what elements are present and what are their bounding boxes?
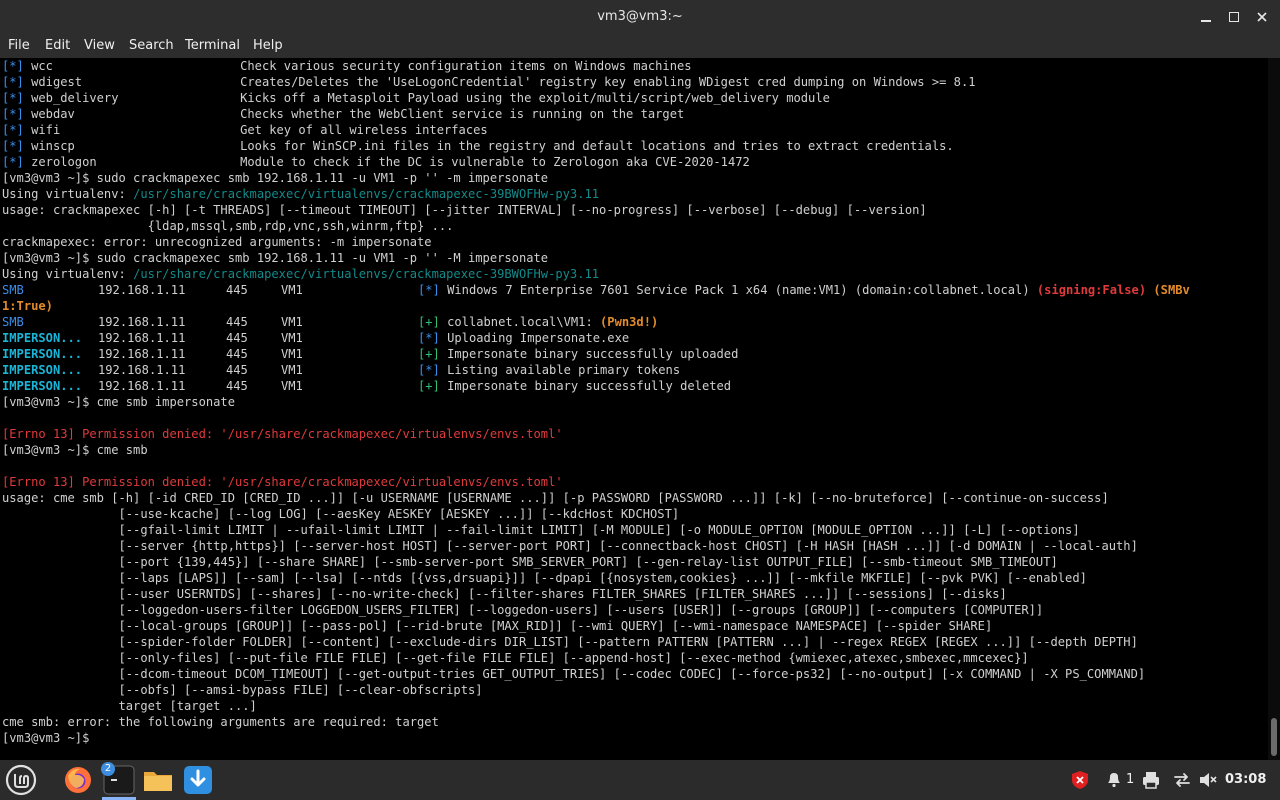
prompt-line[interactable]: [vm3@vm3 ~]$ [2,730,97,746]
error-line: [Errno 13] Permission denied: '/usr/shar… [2,475,563,489]
menu-view[interactable]: View [84,38,115,54]
usage-line: [--only-files] [--put-file FILE FILE] [-… [2,651,1029,665]
printer-tray-button[interactable] [1141,770,1161,790]
update-manager-button[interactable] [182,764,214,796]
usage-line: [--port {139,445}] [--share SHARE] [--sm… [2,555,1058,569]
venv-line: Using virtualenv: /usr/share/crackmapexe… [2,267,600,281]
module-line: [*] zerologon Module to check if the DC i… [2,155,750,169]
mint-menu-icon [5,764,37,796]
impersonate-output-row: IMPERSON... 192.168.1.11 445 VM1 [+] Imperso… [2,379,732,393]
smb-output-wrap: 1:True) [2,299,53,313]
printer-icon [1143,772,1159,789]
firefox-icon [65,767,91,793]
command-line: [vm3@vm3 ~]$ sudo crackmapexec smb 192.1… [2,251,549,265]
volume-muted-icon [1200,773,1217,787]
firefox-button[interactable] [62,764,94,796]
notifications-tray-button[interactable] [1104,770,1124,790]
title-bar: vm3@vm3:~ [0,0,1280,34]
menu-bar: File Edit View Search Terminal Help [0,34,1280,58]
module-line: [*] wdigest Creates/Deletes the 'UseLogon… [2,75,976,89]
usage-line: [--server {http,https}] [--server-host H… [2,539,1138,553]
notification-icon [1108,773,1120,788]
taskbar: 2 1 03:08 [0,760,1280,800]
terminal-scrollbar[interactable] [1268,58,1280,760]
command-line: [vm3@vm3 ~]$ cme smb [2,443,148,457]
usage-line: [--spider-folder FOLDER] [--content] [--… [2,635,1138,649]
scrollbar-thumb[interactable] [1271,718,1277,756]
window-title: vm3@vm3:~ [597,9,683,24]
error-line: [Errno 13] Permission denied: '/usr/shar… [2,427,563,441]
usage-line: [--gfail-limit LIMIT | --ufail-limit LIM… [2,523,1080,537]
usage-line: [--obfs] [--amsi-bypass FILE] [--clear-o… [2,683,483,697]
module-line: [*] webdav Checks whether the WebClient s… [2,107,685,121]
files-icon [144,772,172,791]
minimize-icon [1201,20,1211,22]
impersonate-output-row: IMPERSON... 192.168.1.11 445 VM1 [+] Imperso… [2,347,739,361]
error-line: crackmapexec: error: unrecognized argume… [2,235,432,249]
security-tray-button[interactable] [1070,770,1090,790]
usage-line: {ldap,mssql,smb,rdp,vnc,ssh,winrm,ftp} .… [2,219,454,233]
usage-line: [--local-groups [GROUP]] [--pass-pol] [-… [2,619,993,633]
impersonate-output-row: IMPERSON... 192.168.1.11 445 VM1 [*] Listing… [2,363,681,377]
notification-count: 1 [1126,772,1135,787]
minimize-button[interactable] [1198,9,1214,25]
usage-line: [--user USERNTDS] [--shares] [--no-write… [2,587,1007,601]
window-count-badge: 2 [101,762,115,776]
clock[interactable]: 03:08 [1225,772,1266,788]
menu-search[interactable]: Search [129,38,174,54]
smb-output-row: SMB 192.168.1.11 445 VM1 [+] collabnet.local… [2,315,659,329]
menu-help[interactable]: Help [253,38,283,54]
usage-line: usage: crackmapexec [-h] [-t THREADS] [-… [2,203,927,217]
terminal-output[interactable]: [*] wcc Check various security configurat… [0,58,1268,760]
maximize-icon [1229,12,1239,22]
module-line: [*] wifi Get key of all wireless interfac… [2,123,488,137]
files-button[interactable] [142,764,174,796]
update-manager-icon [184,766,212,794]
venv-line: Using virtualenv: /usr/share/crackmapexe… [2,187,600,201]
network-icon [1174,773,1190,787]
close-icon [1257,12,1267,22]
error-line: cme smb: error: the following arguments … [2,715,439,729]
usage-line: target [target ...] [2,699,257,713]
menu-file[interactable]: File [8,38,30,54]
network-tray-button[interactable] [1172,770,1192,790]
shield-icon [1072,771,1088,789]
menu-terminal[interactable]: Terminal [185,38,240,54]
impersonate-output-row: IMPERSON... 192.168.1.11 445 VM1 [*] Uploadi… [2,331,630,345]
usage-line: [--loggedon-users-filter LOGGEDON_USERS_… [2,603,1044,617]
usage-line: [--dcom-timeout DCOM_TIMEOUT] [--get-out… [2,667,1146,681]
command-line: [vm3@vm3 ~]$ cme smb impersonate [2,395,235,409]
usage-line: [--laps [LAPS]] [--sam] [--lsa] [--ntds … [2,571,1087,585]
module-line: [*] wcc Check various security configurat… [2,59,692,73]
volume-tray-button[interactable] [1198,770,1218,790]
smb-output-row: SMB 192.168.1.11 445 VM1 [*] Windows 7 Enter… [2,283,1190,297]
menu-edit[interactable]: Edit [45,38,70,54]
usage-line: usage: cme smb [-h] [-id CRED_ID [CRED_I… [2,491,1109,505]
usage-line: [--use-kcache] [--log LOG] [--aesKey AES… [2,507,680,521]
mint-menu-button[interactable] [5,764,37,796]
command-line: [vm3@vm3 ~]$ sudo crackmapexec smb 192.1… [2,171,549,185]
module-line: [*] web_delivery Kicks off a Metasploit P… [2,91,830,105]
maximize-button[interactable] [1226,9,1242,25]
close-button[interactable] [1254,9,1270,25]
module-line: [*] winscp Looks for WinSCP.ini files in … [2,139,954,153]
